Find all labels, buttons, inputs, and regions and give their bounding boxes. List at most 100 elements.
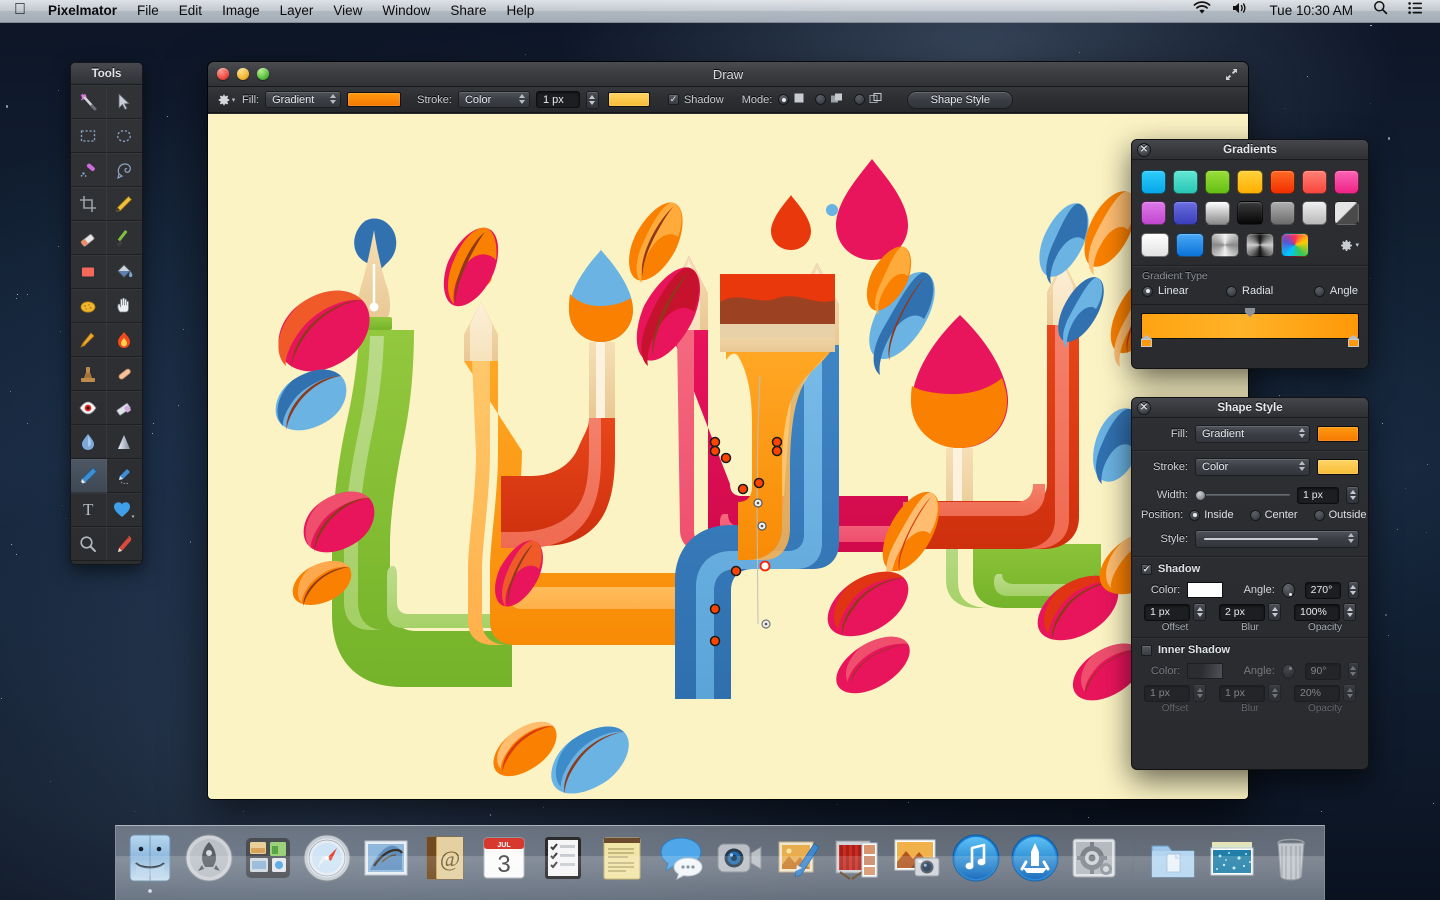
radio-linear[interactable] [1142,286,1153,297]
dock-item-trash[interactable] [1263,832,1319,890]
stroke-width-slider[interactable] [1195,489,1290,501]
apple-menu[interactable]:  [0,0,38,22]
menu-app-name[interactable]: Pixelmator [38,0,127,22]
toolbar-fill-popup[interactable]: Gradient [265,91,341,108]
shadow-blur-input[interactable]: 2 px [1219,604,1265,621]
mode-subtract-shape-icon[interactable] [869,92,883,107]
sponge-tool[interactable] [71,289,107,323]
dock-item-system-preferences[interactable] [1066,832,1122,890]
menu-bar-clock[interactable]: Tue 10:30 AM [1260,0,1362,22]
zoom-tool[interactable] [71,527,107,561]
gradient-swatch[interactable] [1270,201,1295,225]
blur-tool[interactable] [71,425,107,459]
hand-tool[interactable] [107,289,143,323]
wifi-icon[interactable] [1184,0,1220,22]
window-titlebar[interactable]: Draw [208,62,1248,87]
dock-item-itunes[interactable] [948,832,1004,890]
gradient-swatch[interactable] [1141,170,1166,194]
shadow-opacity-input[interactable]: 100% [1294,604,1340,621]
inner-shadow-color-swatch[interactable] [1187,663,1222,679]
gradient-type-linear[interactable]: Linear [1142,285,1226,297]
shadow-angle-input[interactable]: 270° [1305,582,1341,599]
gradient-type-radial[interactable]: Radial [1226,285,1314,297]
color-picker-tool[interactable] [107,527,143,561]
shadow-blur-stepper[interactable] [1268,603,1281,621]
pen-tool[interactable] [71,459,107,493]
inner-shadow-blur-stepper[interactable] [1268,684,1281,702]
red-eye-tool[interactable] [71,391,107,425]
gradient-swatch[interactable] [1334,170,1359,194]
gradient-editor[interactable] [1132,304,1368,349]
shadow-angle-dial[interactable] [1282,583,1295,598]
dock-item-calendar[interactable]: JUL3 [476,832,532,890]
search-icon[interactable] [1364,0,1397,22]
toolbar-shadow-checkbox[interactable]: ✓ [668,94,679,105]
burn-tool[interactable] [107,323,143,357]
lasso-tool[interactable] [107,153,143,187]
shadow-opacity-stepper[interactable] [1343,603,1356,621]
inner-shadow-offset-input[interactable]: 1 px [1144,685,1190,702]
menu-help[interactable]: Help [496,0,544,22]
gear-icon[interactable]: ▾ [216,91,236,109]
crop-tool[interactable] [71,187,107,221]
gradient-swatch[interactable] [1270,170,1295,194]
inner-shadow-opacity-stepper[interactable] [1343,684,1356,702]
radio-outside[interactable] [1314,510,1325,521]
radio-angle[interactable] [1314,286,1325,297]
toolbar-stroke-width-input[interactable]: 1 px [536,91,580,108]
menu-share[interactable]: Share [440,0,496,22]
mode-new-shape-icon[interactable] [793,92,805,107]
dock-item-app-store[interactable] [1007,832,1063,890]
radio-center[interactable] [1250,510,1261,521]
stroke-width-stepper[interactable] [1346,486,1359,504]
inner-shadow-offset-stepper[interactable] [1193,684,1206,702]
minimize-button[interactable] [237,68,249,80]
position-outside[interactable]: Outside [1314,509,1367,521]
close-icon[interactable]: ✕ [1137,143,1151,157]
inner-shadow-angle-input[interactable]: 90° [1305,663,1341,680]
shadow-color-swatch[interactable] [1187,582,1222,598]
menu-window[interactable]: Window [372,0,440,22]
toolbar-stroke-width-stepper[interactable] [586,91,599,109]
smudge-tool[interactable] [71,323,107,357]
gradient-swatch-angle-dark[interactable] [1246,233,1274,257]
dock-item-launchpad[interactable] [181,832,237,890]
gradient-swatch-angle[interactable] [1211,233,1239,257]
pencil-tool[interactable] [107,187,143,221]
dock-item-contacts[interactable]: @ [417,832,473,890]
fullscreen-icon[interactable] [1224,67,1239,82]
gradient-swatch[interactable] [1302,170,1327,194]
gradient-type-angle[interactable]: Angle [1314,285,1358,297]
gradient-swatch[interactable] [1141,201,1166,225]
zoom-button[interactable] [257,68,269,80]
dock-item-iphoto[interactable] [889,832,945,890]
artwork-canvas[interactable] [208,114,1248,799]
dock-item-messages[interactable] [653,832,709,890]
dock-item-mail[interactable] [358,832,414,890]
dock-item-downloads-stack[interactable] [1204,832,1260,890]
gradient-stop-end[interactable] [1348,335,1359,347]
gradient-swatch-rainbow[interactable] [1281,233,1309,257]
color-fill-tool[interactable] [71,255,107,289]
dock-item-documents-folder[interactable] [1145,832,1201,890]
clone-stamp-tool[interactable] [71,357,107,391]
shadow-checkbox[interactable]: ✓ [1141,564,1152,575]
toolbar-stroke-popup[interactable]: Color [458,91,530,108]
gradient-swatch[interactable] [1302,201,1327,225]
radio-radial[interactable] [1226,286,1237,297]
notification-center-icon[interactable] [1399,0,1432,22]
type-tool[interactable]: T [71,493,107,527]
shadow-offset-input[interactable]: 1 px [1144,604,1190,621]
healing-tool[interactable] [107,357,143,391]
stroke-width-input[interactable]: 1 px [1297,487,1339,504]
dock-item-preview[interactable] [771,832,827,890]
gradient-swatch[interactable] [1237,201,1262,225]
shape-style-stroke-popup[interactable]: Color [1195,458,1310,476]
menu-image[interactable]: Image [212,0,270,22]
volume-icon[interactable] [1222,0,1258,22]
eraser-block-tool[interactable] [107,391,143,425]
dock-item-safari[interactable] [299,832,355,890]
freeform-pen-tool[interactable] [107,459,143,493]
dock-item-finder[interactable] [122,832,178,890]
inner-shadow-blur-input[interactable]: 1 px [1219,685,1265,702]
